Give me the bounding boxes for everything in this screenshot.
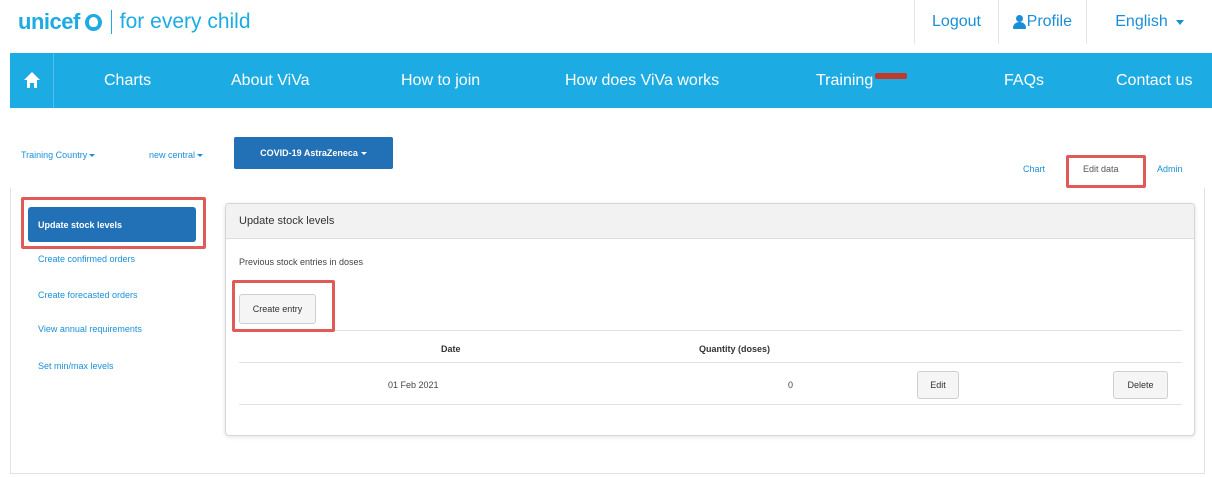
caret-down-icon <box>1175 19 1184 25</box>
stock-levels-panel: Update stock levels Previous stock entri… <box>225 203 1195 436</box>
nav-item-contact-us[interactable]: Contact us <box>1116 53 1192 108</box>
logout-link[interactable]: Logout <box>914 0 998 44</box>
table-divider <box>239 330 1182 331</box>
logo-tagline: for every child <box>119 10 251 33</box>
language-dropdown[interactable]: English <box>1086 0 1212 44</box>
nav-item-faqs[interactable]: FAQs <box>1004 53 1044 108</box>
language-label: English <box>1115 13 1168 30</box>
main-nav: Charts About ViVa How to join How does V… <box>10 53 1212 108</box>
country-label: Training Country <box>21 150 88 160</box>
top-header: unicef for every child Logout Profile En… <box>0 0 1212 44</box>
panel-title: Update stock levels <box>239 215 335 227</box>
column-header-date: Date <box>441 344 461 354</box>
panel-subtitle: Previous stock entries in doses <box>239 257 364 267</box>
logo-divider <box>110 10 112 34</box>
nav-item-label: How does ViVa works <box>565 71 720 89</box>
nav-item-charts[interactable]: Charts <box>104 53 151 108</box>
profile-link[interactable]: Profile <box>998 0 1086 44</box>
new-badge <box>875 72 908 79</box>
unicef-emblem-icon <box>83 13 105 31</box>
vaccine-dropdown[interactable]: COVID-19 AstraZeneca <box>234 137 393 169</box>
logout-label: Logout <box>932 13 981 30</box>
top-links: Logout Profile English <box>914 0 1212 44</box>
nav-item-label: Training <box>816 71 874 89</box>
nav-item-training[interactable]: Training <box>816 53 908 108</box>
cell-date: 01 Feb 2021 <box>388 380 439 390</box>
caret-down-icon <box>197 154 204 158</box>
nav-item-about-viva[interactable]: About ViVa <box>231 53 310 108</box>
delete-label: Delete <box>1127 380 1154 390</box>
store-label: new central <box>149 150 196 160</box>
vaccine-label: COVID-19 AstraZeneca <box>260 148 358 158</box>
nav-item-how-to-join[interactable]: How to join <box>401 53 480 108</box>
home-icon <box>23 71 40 88</box>
nav-item-label: About ViVa <box>231 71 310 89</box>
column-header-quantity: Quantity (doses) <box>699 344 771 354</box>
nav-item-label: Charts <box>104 71 152 89</box>
highlight-create-entry <box>232 280 335 332</box>
nav-item-label: How to join <box>401 71 481 89</box>
country-dropdown[interactable]: Training Country <box>21 150 96 160</box>
nav-item-label: Contact us <box>1116 71 1193 89</box>
person-icon <box>1013 15 1026 29</box>
sidebar-item-view-annual-requirements[interactable]: View annual requirements <box>38 324 142 334</box>
nav-item-how-viva-works[interactable]: How does ViVa works <box>565 53 719 108</box>
edit-label: Edit <box>930 380 946 390</box>
unicef-logo[interactable]: unicef for every child <box>18 8 251 36</box>
caret-down-icon <box>360 151 367 155</box>
highlight-edit-data <box>1066 155 1146 188</box>
sidebar-item-create-forecasted-orders[interactable]: Create forecasted orders <box>38 290 138 300</box>
panel-header: Update stock levels <box>226 204 1194 239</box>
store-dropdown[interactable]: new central <box>149 150 204 160</box>
context-bar: Training Country new central COVID-19 As… <box>10 132 1212 182</box>
caret-down-icon <box>89 154 96 158</box>
logo-wordmark: unicef <box>18 9 80 34</box>
cell-quantity: 0 <box>788 380 794 390</box>
profile-label: Profile <box>1026 13 1072 30</box>
tab-admin[interactable]: Admin <box>1157 164 1183 174</box>
table-divider <box>239 404 1182 405</box>
sidebar-item-set-min-max-levels[interactable]: Set min/max levels <box>38 361 114 371</box>
nav-home[interactable] <box>10 53 54 108</box>
sidebar-item-create-confirmed-orders[interactable]: Create confirmed orders <box>38 254 135 264</box>
table-divider <box>239 362 1182 363</box>
edit-button[interactable]: Edit <box>917 371 959 399</box>
nav-item-label: FAQs <box>1004 71 1045 89</box>
tab-chart[interactable]: Chart <box>1023 164 1045 174</box>
delete-button[interactable]: Delete <box>1113 371 1168 399</box>
highlight-update-stock-levels <box>21 197 206 249</box>
